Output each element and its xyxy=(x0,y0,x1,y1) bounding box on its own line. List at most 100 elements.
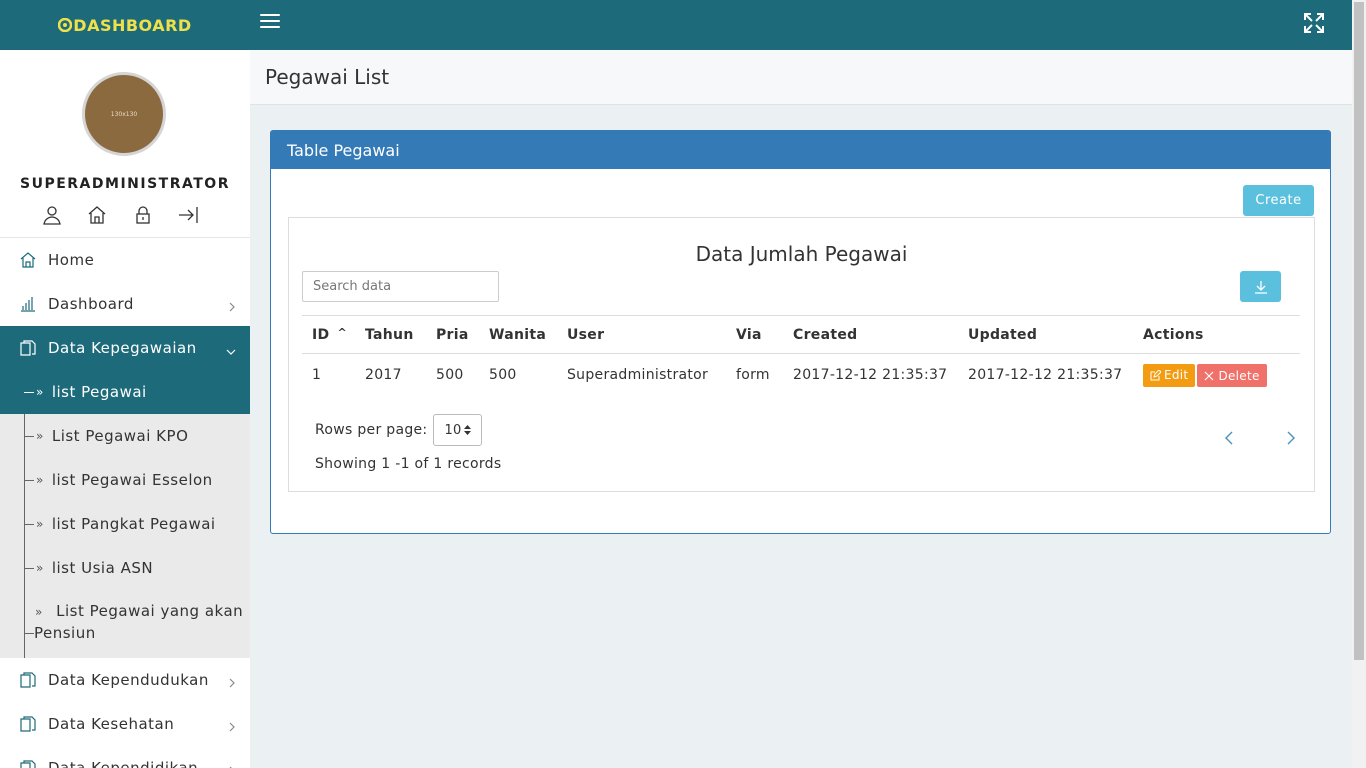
card-title: Data Jumlah Pegawai xyxy=(695,242,908,266)
double-chevron-icon: » xyxy=(36,473,44,487)
sort-asc-icon[interactable]: ^ xyxy=(337,326,347,339)
submenu-item-label: list Pegawai xyxy=(51,383,147,401)
sidebar: 130x130 SUPERADMINISTRATOR Home Dashboar… xyxy=(0,50,250,768)
column-header-pria[interactable]: Pria xyxy=(426,315,479,354)
chevron-right-icon xyxy=(228,762,236,768)
pegawai-table: ID ^ Tahun Pria Wanita User Via Created U… xyxy=(302,315,1300,397)
close-icon xyxy=(1205,371,1214,380)
next-page-button[interactable] xyxy=(1287,429,1295,450)
panel-header: Table Pegawai xyxy=(271,131,1330,169)
page-header: Pegawai List xyxy=(250,50,1352,105)
create-button[interactable]: Create xyxy=(1243,185,1314,216)
cell-id: 1 xyxy=(312,367,322,384)
double-chevron-icon: » xyxy=(36,517,44,531)
column-header-updated[interactable]: Updated xyxy=(958,315,1133,354)
avatar: 130x130 xyxy=(82,72,166,156)
lock-icon[interactable] xyxy=(131,204,155,226)
column-header-tahun[interactable]: Tahun xyxy=(355,315,426,354)
home-icon xyxy=(20,252,36,268)
cell-wanita: 500 xyxy=(489,367,517,384)
submenu-item-label: List Pegawai KPO xyxy=(51,427,189,445)
username: SUPERADMINISTRATOR xyxy=(20,176,230,192)
table-row: 1 2017 500 500 Superadministrator form 2… xyxy=(302,354,1300,397)
profile-section: 130x130 SUPERADMINISTRATOR xyxy=(0,50,250,238)
cell-tahun: 2017 xyxy=(365,367,402,384)
bar-chart-icon xyxy=(20,296,36,312)
column-header-id[interactable]: ID ^ xyxy=(302,315,355,354)
sidebar-item-label: Data Kesehatan xyxy=(48,715,175,733)
brand-label: DASHBOARD xyxy=(73,15,192,35)
sidebar-item-label: Data Kepegawaian xyxy=(48,339,197,357)
sidebar-item-label: Data Kependudukan xyxy=(48,671,209,689)
chevron-right-icon xyxy=(228,674,236,692)
prev-page-button[interactable] xyxy=(1225,429,1233,450)
submenu-item-list-pangkat-pegawai[interactable]: » list Pangkat Pegawai xyxy=(0,502,250,546)
fullscreen-icon[interactable] xyxy=(1303,12,1325,34)
submenu-item-label-continued: Pensiun xyxy=(34,624,96,642)
sidebar-item-data-kepegawaian[interactable]: Data Kepegawaian xyxy=(0,326,250,370)
submenu-item-label: List Pegawai yang akan xyxy=(56,602,244,620)
edit-icon xyxy=(1150,369,1161,380)
cell-created: 2017-12-12 21:35:37 xyxy=(793,367,948,384)
avatar-placeholder-text: 130x130 xyxy=(110,110,138,118)
edit-button[interactable]: Edit xyxy=(1143,363,1196,387)
sidebar-item-label: Home xyxy=(48,251,95,269)
rows-per-page-select[interactable]: 10 xyxy=(433,414,483,446)
rows-per-page: Rows per page: 10 xyxy=(315,414,483,446)
scrollbar-thumb[interactable] xyxy=(1354,2,1364,660)
column-header-wanita[interactable]: Wanita xyxy=(479,315,557,354)
search-input[interactable]: Search data xyxy=(302,271,499,302)
chevron-right-icon xyxy=(1287,431,1295,445)
menu-toggle-button[interactable] xyxy=(260,14,280,32)
cell-pria: 500 xyxy=(436,367,464,384)
column-header-user[interactable]: User xyxy=(557,315,726,354)
sidebar-item-label: Data Kependidikan xyxy=(48,759,199,768)
data-card: Data Jumlah Pegawai Search data ID ^ Tahu… xyxy=(288,217,1315,492)
column-header-created[interactable]: Created xyxy=(783,315,958,354)
cell-user: Superadministrator xyxy=(567,367,709,384)
cell-updated: 2017-12-12 21:35:37 xyxy=(968,367,1123,384)
download-icon xyxy=(1254,280,1267,294)
download-button[interactable] xyxy=(1240,271,1281,302)
double-chevron-icon: » xyxy=(36,561,44,575)
logo-icon xyxy=(58,18,73,32)
column-header-actions: Actions xyxy=(1133,315,1300,354)
brand-logo[interactable]: DASHBOARD xyxy=(0,16,250,35)
delete-button[interactable]: Delete xyxy=(1197,364,1267,387)
records-info: Showing 1 -1 of 1 records xyxy=(315,456,502,472)
submenu-item-list-pegawai-pensiun[interactable]: » List Pegawai yang akan Pensiun xyxy=(0,590,250,658)
home-icon[interactable] xyxy=(85,204,109,226)
main-content: Pegawai List Table Pegawai Create Data J… xyxy=(250,50,1352,768)
cell-actions: Edit Delete xyxy=(1133,354,1300,397)
double-chevron-icon: » xyxy=(36,429,44,443)
chevron-down-icon xyxy=(226,342,236,360)
user-icon[interactable] xyxy=(40,204,64,226)
double-chevron-icon: » xyxy=(36,385,44,399)
document-icon xyxy=(20,716,36,732)
submenu-item-label: list Usia ASN xyxy=(51,559,154,577)
submenu-item-list-pegawai-esselon[interactable]: » list Pegawai Esselon xyxy=(0,458,250,502)
sidebar-item-data-kesehatan[interactable]: Data Kesehatan xyxy=(0,702,250,746)
submenu-data-kepegawaian: » list Pegawai » List Pegawai KPO » list… xyxy=(0,370,250,658)
sidebar-item-data-kependudukan[interactable]: Data Kependudukan xyxy=(0,658,250,702)
sort-select-icon xyxy=(463,425,471,435)
sidebar-item-data-kependidikan[interactable]: Data Kependidikan xyxy=(0,746,250,768)
submenu-item-list-pegawai-kpo[interactable]: » List Pegawai KPO xyxy=(0,414,250,458)
column-label: ID xyxy=(312,326,330,343)
rows-per-page-value: 10 xyxy=(444,422,462,438)
submenu-item-label: list Pegawai Esselon xyxy=(51,471,213,489)
submenu-item-list-pegawai[interactable]: » list Pegawai xyxy=(0,370,250,414)
sidebar-item-dashboard[interactable]: Dashboard xyxy=(0,282,250,326)
page-scrollbar[interactable] xyxy=(1352,0,1366,768)
cell-via: form xyxy=(736,367,770,384)
document-icon xyxy=(20,672,36,688)
document-icon xyxy=(20,340,36,356)
page-title: Pegawai List xyxy=(265,65,390,89)
submenu-item-list-usia-asn[interactable]: » list Usia ASN xyxy=(0,546,250,590)
pagination-controls xyxy=(1225,429,1295,450)
top-bar: DASHBOARD xyxy=(0,0,1352,50)
sidebar-item-home[interactable]: Home xyxy=(0,238,250,282)
column-header-via[interactable]: Via xyxy=(726,315,783,354)
delete-label: Delete xyxy=(1218,368,1260,383)
logout-icon[interactable] xyxy=(176,204,200,226)
